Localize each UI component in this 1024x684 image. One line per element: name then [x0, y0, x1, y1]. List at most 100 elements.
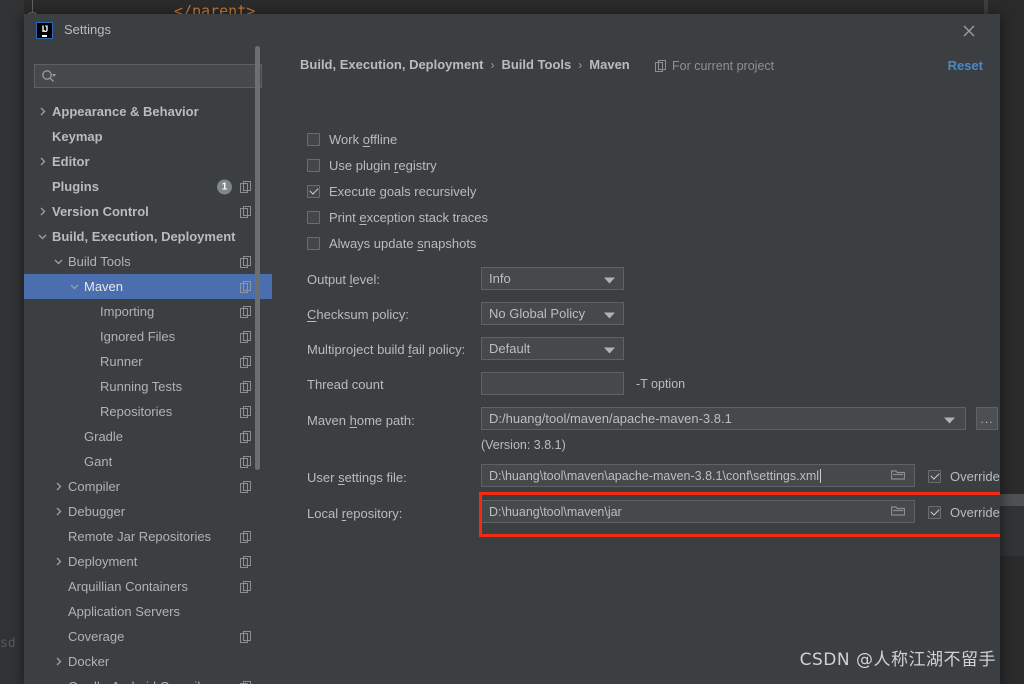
checkbox-box[interactable] — [307, 237, 320, 250]
sidebar-item-maven[interactable]: Maven — [24, 274, 272, 299]
checkbox-box[interactable] — [928, 470, 941, 483]
copy-settings-icon[interactable] — [240, 205, 252, 218]
copy-settings-icon[interactable] — [240, 255, 252, 268]
sidebar-item-deployment[interactable]: Deployment — [24, 549, 272, 574]
chevron-right-icon[interactable] — [52, 506, 64, 518]
reset-button[interactable]: Reset — [948, 58, 983, 73]
checkbox-box[interactable] — [307, 159, 320, 172]
checksum-policy-dropdown[interactable]: No Global Policy — [481, 302, 624, 325]
copy-settings-icon[interactable] — [240, 555, 252, 568]
user-settings-override-toggle[interactable]: Override — [928, 469, 1000, 484]
copy-settings-icon[interactable] — [240, 480, 252, 493]
chevron-right-icon[interactable] — [52, 656, 64, 668]
text-caret — [820, 468, 822, 483]
sidebar-item-badge: 1 — [217, 179, 232, 194]
sidebar-item-debugger[interactable]: Debugger — [24, 499, 272, 524]
sidebar-item-importing[interactable]: Importing — [24, 299, 272, 324]
sidebar-item-coverage[interactable]: Coverage — [24, 624, 272, 649]
copy-settings-icon[interactable] — [240, 355, 252, 368]
checkbox-box[interactable] — [928, 506, 941, 519]
user-settings-file-value: D:\huang\tool\maven\apache-maven-3.8.1\c… — [489, 468, 820, 483]
chevron-right-icon[interactable] — [36, 156, 48, 168]
user-settings-file-input[interactable]: D:\huang\tool\maven\apache-maven-3.8.1\c… — [481, 464, 915, 487]
copy-settings-icon[interactable] — [240, 330, 252, 343]
copy-settings-icon[interactable] — [240, 380, 252, 393]
settings-tree[interactable]: Appearance & Behavior Keymap Editor Plugins… — [24, 99, 272, 684]
chevron-down-icon[interactable] — [68, 281, 80, 293]
chevron-right-icon[interactable] — [36, 106, 48, 118]
copy-settings-icon[interactable] — [240, 180, 252, 193]
sidebar-item-ignored-files[interactable]: Ignored Files — [24, 324, 272, 349]
breadcrumb-item-0[interactable]: Build, Execution, Deployment — [300, 57, 483, 72]
chevron-right-icon[interactable] — [52, 556, 64, 568]
sidebar-item-build-tools[interactable]: Build Tools — [24, 249, 272, 274]
sidebar-item-editor[interactable]: Editor — [24, 149, 272, 174]
sidebar-item-version-control[interactable]: Version Control — [24, 199, 272, 224]
local-repository-override-toggle[interactable]: Override — [928, 505, 1000, 520]
sidebar-item-label: Appearance & Behavior — [52, 104, 199, 119]
sidebar-item-label: Debugger — [68, 504, 126, 519]
checkbox-box[interactable] — [307, 211, 320, 224]
chevron-down-icon[interactable] — [52, 256, 64, 268]
checkbox-work-offline[interactable]: Work offline — [307, 132, 397, 147]
chevron-down-icon — [604, 271, 615, 286]
copy-settings-icon[interactable] — [240, 305, 252, 318]
copy-settings-icon[interactable] — [240, 280, 252, 293]
sidebar-item-keymap[interactable]: Keymap — [24, 124, 272, 149]
sidebar-item-docker[interactable]: Docker — [24, 649, 272, 674]
sidebar-item-label: Application Servers — [68, 604, 180, 619]
sidebar-scrollbar-thumb[interactable] — [255, 46, 260, 470]
chevron-right-icon[interactable] — [36, 206, 48, 218]
sidebar-item-compiler[interactable]: Compiler — [24, 474, 272, 499]
close-icon[interactable] — [960, 22, 978, 40]
sidebar-scrollbar[interactable] — [255, 46, 266, 684]
maven-home-path-dropdown[interactable]: D:/huang/tool/maven/apache-maven-3.8.1 — [481, 407, 966, 430]
local-repository-input[interactable]: D:\huang\tool\maven\jar — [481, 500, 915, 523]
checkbox-print-exception-stack-traces[interactable]: Print exception stack traces — [307, 210, 488, 225]
checkbox-always-update-snapshots[interactable]: Always update snapshots — [307, 236, 476, 251]
dialog-titlebar[interactable]: IJ Settings — [24, 14, 1000, 46]
thread-count-input[interactable] — [481, 372, 624, 395]
maven-home-browse-button[interactable]: ... — [976, 407, 998, 430]
sidebar-item-repositories[interactable]: Repositories — [24, 399, 272, 424]
search-input[interactable] — [34, 64, 262, 88]
copy-settings-icon[interactable] — [240, 405, 252, 418]
sidebar-item-plugins[interactable]: Plugins 1 — [24, 174, 272, 199]
maven-home-path-value: D:/huang/tool/maven/apache-maven-3.8.1 — [489, 411, 732, 426]
sidebar-item-appearance-behavior[interactable]: Appearance & Behavior — [24, 99, 272, 124]
multiproject-policy-dropdown[interactable]: Default — [481, 337, 624, 360]
checkbox-use-plugin-registry[interactable]: Use plugin registry — [307, 158, 437, 173]
copy-settings-icon[interactable] — [240, 680, 252, 684]
sidebar-item-label: Gradle-Android Compiler — [68, 679, 212, 684]
sidebar-item-label: Gradle — [84, 429, 124, 444]
sidebar-item-application-servers[interactable]: Application Servers — [24, 599, 272, 624]
copy-settings-icon[interactable] — [240, 455, 252, 468]
breadcrumb: Build, Execution, Deployment › Build Too… — [300, 57, 630, 72]
checkbox-execute-goals-recursively[interactable]: Execute goals recursively — [307, 184, 476, 199]
copy-settings-icon[interactable] — [240, 530, 252, 543]
sidebar-item-arquillian-containers[interactable]: Arquillian Containers — [24, 574, 272, 599]
search-box[interactable] — [34, 64, 262, 88]
output-level-dropdown[interactable]: Info — [481, 267, 624, 290]
chevron-down-icon[interactable] — [36, 231, 48, 243]
sidebar-item-gradle[interactable]: Gradle — [24, 424, 272, 449]
copy-settings-icon[interactable] — [240, 580, 252, 593]
sidebar-item-gant[interactable]: Gant — [24, 449, 272, 474]
sidebar-item-label: Deployment — [68, 554, 138, 569]
sidebar-item-label: Docker — [68, 654, 110, 669]
checkbox-box[interactable] — [307, 133, 320, 146]
folder-icon[interactable] — [890, 504, 906, 519]
breadcrumb-item-1[interactable]: Build Tools — [501, 57, 571, 72]
copy-settings-icon[interactable] — [240, 430, 252, 443]
copy-settings-icon[interactable] — [240, 630, 252, 643]
sidebar-item-remote-jar-repositories[interactable]: Remote Jar Repositories — [24, 524, 272, 549]
multiproject-policy-value: Default — [489, 341, 531, 356]
chevron-right-icon[interactable] — [52, 481, 64, 493]
checkbox-box[interactable] — [307, 185, 320, 198]
override-label: Override — [950, 469, 1000, 484]
folder-icon[interactable] — [890, 468, 906, 483]
sidebar-item-running-tests[interactable]: Running Tests — [24, 374, 272, 399]
sidebar-item-runner[interactable]: Runner — [24, 349, 272, 374]
sidebar-item-build-execution-deployment[interactable]: Build, Execution, Deployment — [24, 224, 272, 249]
sidebar-item-gradle-android-compiler[interactable]: Gradle-Android Compiler — [24, 674, 272, 684]
